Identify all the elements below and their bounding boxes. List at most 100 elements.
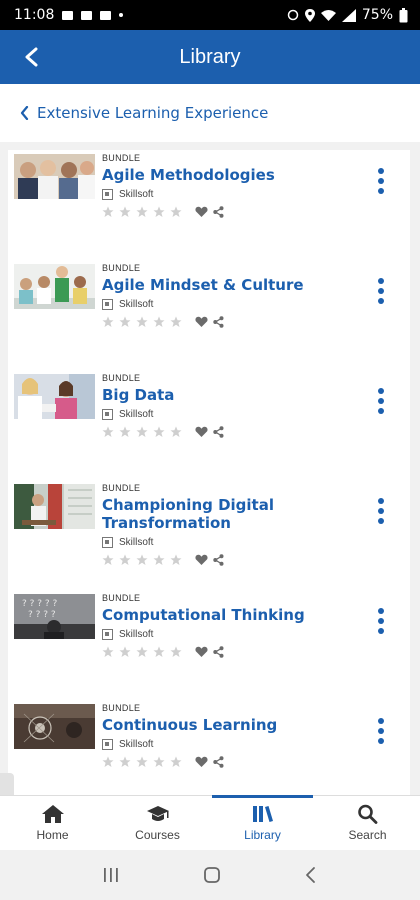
course-thumbnail [14, 484, 95, 529]
nav-library[interactable]: Library [210, 795, 315, 850]
share-icon[interactable] [213, 554, 224, 566]
status-right: 75% [287, 7, 408, 23]
list-item[interactable]: BUNDLE Agile Methodologies Skillsoft [8, 150, 410, 260]
heart-icon[interactable] [195, 206, 208, 218]
recent-apps-icon[interactable] [102, 867, 120, 883]
heart-icon[interactable] [195, 756, 208, 768]
star-icon[interactable] [153, 554, 165, 566]
star-icon[interactable] [102, 206, 114, 218]
provider-icon [102, 629, 113, 640]
library-list[interactable]: BUNDLE Agile Methodologies Skillsoft BUN… [0, 150, 420, 795]
star-icon[interactable] [170, 426, 182, 438]
heart-icon[interactable] [195, 646, 208, 658]
item-title[interactable]: Big Data [102, 386, 372, 404]
page-title: Library [179, 45, 241, 68]
star-icon[interactable] [102, 554, 114, 566]
breadcrumb[interactable]: Extensive Learning Experience [0, 84, 420, 142]
star-icon[interactable] [136, 426, 148, 438]
item-type: BUNDLE [102, 703, 141, 713]
star-icon[interactable] [136, 206, 148, 218]
star-icon[interactable] [136, 646, 148, 658]
star-icon[interactable] [170, 646, 182, 658]
list-item[interactable]: BUNDLE Big Data Skillsoft [8, 370, 410, 480]
star-icon[interactable] [102, 426, 114, 438]
home-button-icon[interactable] [203, 866, 221, 884]
status-bar: 11:08 75% [0, 0, 420, 30]
nav-courses[interactable]: Courses [105, 796, 210, 850]
back-nav-icon[interactable] [304, 866, 318, 884]
provider: Skillsoft [102, 629, 372, 640]
star-icon[interactable] [153, 426, 165, 438]
home-icon [41, 805, 64, 823]
star-icon[interactable] [136, 756, 148, 768]
nav-home-label: Home [36, 828, 69, 842]
provider: Skillsoft [102, 299, 372, 310]
nav-search-label: Search [348, 828, 387, 842]
more-options-button[interactable] [376, 168, 386, 194]
provider-name: Skillsoft [119, 629, 154, 640]
provider-name: Skillsoft [119, 189, 154, 200]
share-icon[interactable] [213, 646, 224, 658]
item-title[interactable]: Computational Thinking [102, 606, 372, 624]
list-item[interactable]: BUNDLE Agile Mindset & Culture Skillsoft [8, 260, 410, 370]
wifi-icon [320, 10, 336, 21]
share-icon[interactable] [213, 756, 224, 768]
nav-home[interactable]: Home [0, 796, 105, 850]
item-type: BUNDLE [102, 483, 141, 493]
heart-icon[interactable] [195, 426, 208, 438]
back-button[interactable] [14, 40, 48, 74]
list-item[interactable]: BUNDLE Continuous Learning Skillsoft [8, 700, 410, 795]
heart-icon[interactable] [195, 554, 208, 566]
list-item[interactable]: BUNDLE Championing Digital Transformatio… [8, 480, 410, 590]
share-icon[interactable] [213, 426, 224, 438]
course-thumbnail: ? ? ? ? ? ? ? ? ? [14, 594, 95, 639]
star-icon[interactable] [153, 646, 165, 658]
provider-icon [102, 739, 113, 750]
status-left: 11:08 [14, 7, 124, 23]
item-title[interactable]: Agile Methodologies [102, 166, 372, 184]
star-icon[interactable] [102, 756, 114, 768]
star-icon[interactable] [119, 756, 131, 768]
more-options-button[interactable] [376, 498, 386, 524]
star-icon[interactable] [119, 316, 131, 328]
star-icon[interactable] [153, 756, 165, 768]
heart-icon[interactable] [195, 316, 208, 328]
star-icon[interactable] [119, 206, 131, 218]
item-title[interactable]: Agile Mindset & Culture [102, 276, 372, 294]
more-options-button[interactable] [376, 388, 386, 414]
star-icon[interactable] [119, 554, 131, 566]
more-options-button[interactable] [376, 278, 386, 304]
star-icon[interactable] [136, 554, 148, 566]
share-icon[interactable] [213, 206, 224, 218]
graduation-cap-icon [146, 806, 169, 821]
system-navigation [0, 850, 420, 900]
more-options-button[interactable] [376, 608, 386, 634]
star-icon[interactable] [170, 206, 182, 218]
star-icon[interactable] [102, 646, 114, 658]
share-icon[interactable] [213, 316, 224, 328]
item-title[interactable]: Continuous Learning [102, 716, 372, 734]
item-title[interactable]: Championing Digital Transformation [102, 496, 372, 532]
more-options-button[interactable] [376, 718, 386, 744]
rating-row [102, 554, 372, 566]
star-icon[interactable] [170, 316, 182, 328]
star-icon[interactable] [119, 426, 131, 438]
books-icon [252, 806, 273, 822]
star-icon[interactable] [153, 206, 165, 218]
provider: Skillsoft [102, 537, 372, 548]
star-icon[interactable] [153, 316, 165, 328]
star-icon[interactable] [170, 756, 182, 768]
rating-row [102, 316, 372, 328]
notification-icon [62, 10, 74, 20]
nav-search[interactable]: Search [315, 796, 420, 850]
star-icon[interactable] [170, 554, 182, 566]
star-icon[interactable] [119, 646, 131, 658]
item-type: BUNDLE [102, 153, 141, 163]
provider-name: Skillsoft [119, 409, 154, 420]
list-item[interactable]: ? ? ? ? ? ? ? ? ? BUNDLE Computational T… [8, 590, 410, 700]
star-icon[interactable] [136, 316, 148, 328]
star-icon[interactable] [102, 316, 114, 328]
provider-icon [102, 299, 113, 310]
course-thumbnail [14, 154, 95, 199]
provider-icon [102, 189, 113, 200]
